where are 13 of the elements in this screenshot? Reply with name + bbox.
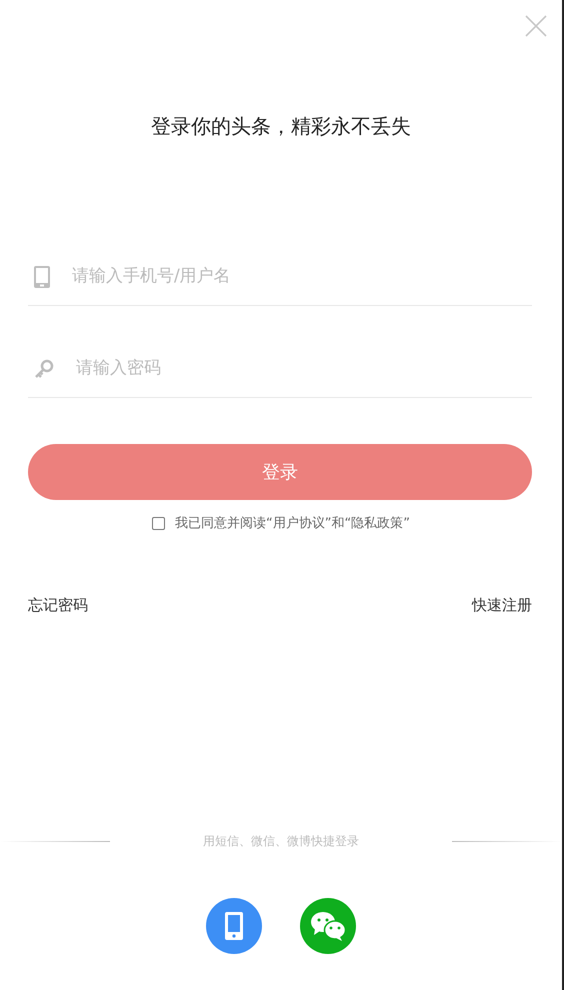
phone-icon [34, 266, 50, 288]
register-link[interactable]: 快速注册 [472, 594, 532, 616]
chat-bubbles-icon [310, 911, 346, 941]
username-field[interactable]: 请输入手机号/用户名 [72, 264, 532, 290]
close-icon[interactable] [525, 15, 547, 37]
agreement-checkbox[interactable] [152, 517, 166, 530]
page-title: 登录你的头条，精彩永不丢失 [150, 113, 412, 140]
quick-login-caption: 用短信、微信、微博快捷登录 [203, 833, 359, 850]
phone-icon [225, 912, 243, 940]
password-field[interactable]: 请输入密码 [76, 356, 532, 382]
forgot-password-link[interactable]: 忘记密码 [28, 594, 88, 616]
key-icon [34, 358, 54, 378]
agreement-text: 我已同意并阅读“用户协议”和“隐私政策” [175, 515, 410, 533]
